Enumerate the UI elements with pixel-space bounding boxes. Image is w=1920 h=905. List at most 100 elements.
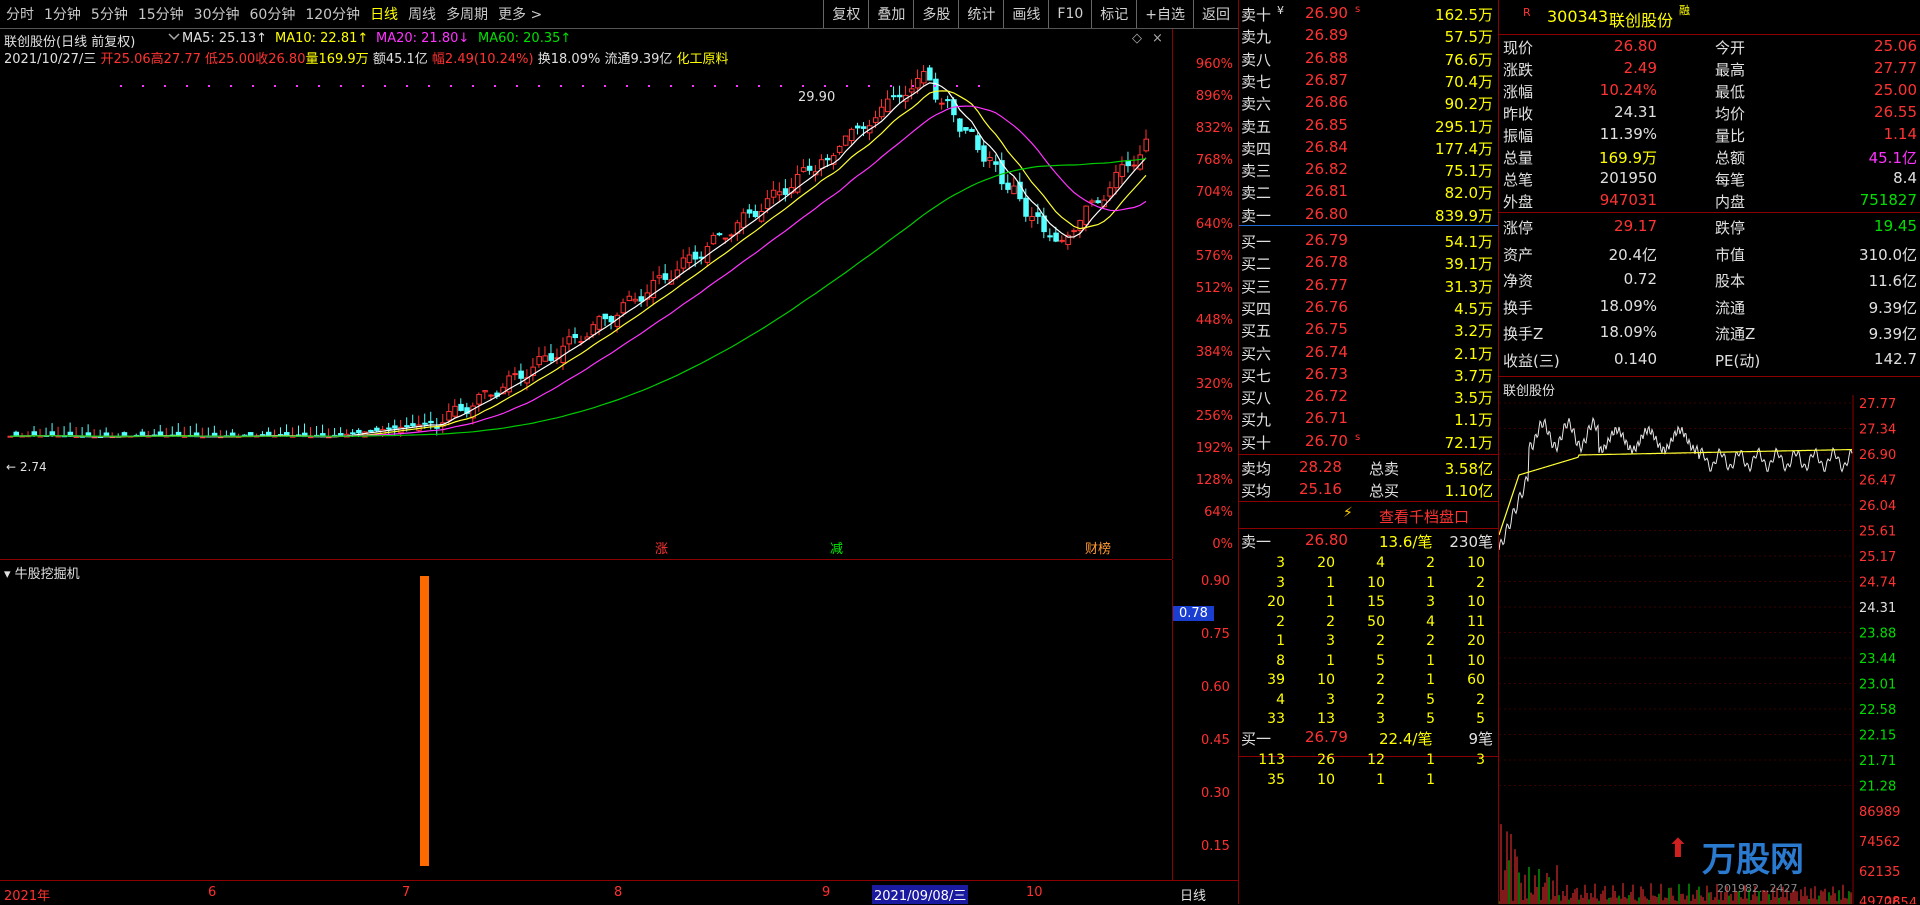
period-tab-0[interactable]: 分时 (6, 4, 34, 24)
period-tab-5[interactable]: 60分钟 (250, 4, 296, 24)
diamond-icon[interactable]: ◇ (1132, 31, 1142, 46)
q_sell_rows-cell-3-2: 50 (1367, 613, 1385, 630)
candle-body-148 (897, 94, 903, 98)
sell-row-0[interactable]: 卖十 ¥26.90 s 162.5万 (1239, 2, 1499, 26)
kline-panel[interactable]: 联创股份(日线 前复权) MA5: 25.13↑ MA10: 22.81↑ MA… (0, 29, 1172, 560)
buy-label-2: 买三 (1241, 277, 1272, 296)
period-tab-1[interactable]: 1分钟 (44, 4, 81, 24)
buy-row-8[interactable]: 买九 26.71 1.1万 (1239, 407, 1499, 431)
tool-button-6[interactable]: 标记 (1091, 0, 1136, 28)
period-tab-7[interactable]: 日线 (370, 4, 398, 24)
indicator-panel[interactable]: ▾ 牛股挖掘机 (0, 560, 1172, 880)
sell-row-9[interactable]: 卖一 26.80 839.9万 (1239, 203, 1499, 227)
x-label-3: 8 (614, 885, 623, 900)
buy-label-9: 买十 (1241, 433, 1272, 452)
view-depth-button[interactable]: ⚡ 查看千档盘口 (1239, 501, 1499, 529)
buy-vol-1: 39.1万 (1444, 255, 1493, 274)
buy-row-9[interactable]: 买十 26.70 s 72.1万 (1239, 430, 1499, 454)
signal-dot-35 (890, 85, 892, 87)
tool-button-8[interactable]: 返回 (1193, 0, 1238, 28)
intraday-mini-chart[interactable]: 27.77 27.34 26.90 26.47 26.04 25.61 25.17 24.74… (1499, 395, 1920, 904)
marker-0: 涨 (655, 542, 668, 557)
quote-value2-rows2-4: 9.39亿 (1868, 325, 1917, 343)
quote-label1-rows-0: 现价 (1503, 39, 1534, 57)
tool-button-5[interactable]: F10 (1048, 0, 1091, 28)
candle-body-154 (933, 78, 939, 100)
close-icon[interactable]: × (1152, 31, 1163, 46)
buy-flag2-9: s (1355, 431, 1361, 443)
period-tab-4[interactable]: 30分钟 (194, 4, 240, 24)
period-tab-3[interactable]: 15分钟 (138, 4, 184, 24)
buy-row-4[interactable]: 买五 26.75 3.2万 (1239, 318, 1499, 342)
tool-button-2[interactable]: 多股 (913, 0, 958, 28)
sell-row-2[interactable]: 卖八 26.88 76.6万 (1239, 47, 1499, 71)
queue-buy-label: 买一 (1241, 730, 1272, 748)
buy-row-2[interactable]: 买三 26.77 31.3万 (1239, 274, 1499, 298)
sell-row-7[interactable]: 卖三 26.82 75.1万 (1239, 158, 1499, 182)
quote-row-rows-4: 振幅 11.39% 量比 1.14 (1499, 124, 1919, 146)
period-tab-8[interactable]: 周线 (408, 4, 436, 24)
sell-flag2-0: s (1355, 4, 1361, 15)
buy-row-1[interactable]: 买二 26.78 39.1万 (1239, 251, 1499, 275)
sell-price-4: 26.86 (1305, 93, 1348, 112)
buy-price-1: 26.78 (1305, 253, 1348, 272)
quote-label2-rows2-2: 股本 (1715, 272, 1746, 290)
q_sell_rows-cell-8-3: 5 (1426, 711, 1435, 727)
candle-body-57 (350, 432, 356, 435)
candle-body-133 (806, 165, 813, 171)
period-tab-6[interactable]: 120分钟 (305, 4, 360, 24)
y-tick-7: 512% (1195, 281, 1233, 296)
sell-vol-8: 82.0万 (1444, 184, 1493, 203)
period-tab-10[interactable]: 更多 > (498, 4, 542, 24)
period-tab-9[interactable]: 多周期 (446, 4, 488, 24)
candle-body-138 (836, 145, 843, 153)
q_sell_rows-cell-7-1: 3 (1326, 691, 1335, 708)
buy-row-0[interactable]: 买一 26.79 54.1万 (1239, 229, 1499, 253)
period-tab-2[interactable]: 5分钟 (91, 4, 128, 24)
tool-button-4[interactable]: 画线 (1003, 0, 1048, 28)
q_buy_rows-cell-1-3: 1 (1426, 771, 1435, 788)
sell-label-4: 卖六 (1241, 95, 1272, 114)
sell-row-8[interactable]: 卖二 26.81 82.0万 (1239, 180, 1499, 204)
quote-value2-rows-6: 8.4 (1893, 169, 1917, 187)
tool-button-0[interactable]: 复权 (823, 0, 868, 28)
price-axis: 960% 896% 832% 768% 704% 640% 576% 512% 448% 384%… (1172, 29, 1239, 559)
candle-body-170 (1029, 216, 1035, 221)
q_sell_rows-cell-3-0: 2 (1276, 613, 1285, 630)
signal-dot-10 (340, 85, 342, 87)
chart-menu-icon[interactable] (168, 31, 180, 47)
signal-dot-4 (208, 85, 210, 87)
queue-sell-vol: 13.6/笔 (1379, 533, 1433, 551)
buy-vol-3: 4.5万 (1454, 299, 1493, 318)
quote-label1-rows2-3: 换手 (1503, 298, 1534, 317)
buy-row-6[interactable]: 买七 26.73 3.7万 (1239, 363, 1499, 387)
candle-body-108 (656, 275, 663, 279)
quote-label2-rows-5: 总额 (1715, 149, 1746, 167)
sell-vol-6: 177.4万 (1435, 139, 1493, 158)
candle-body-60 (368, 429, 374, 432)
buy-vol-7: 3.5万 (1454, 389, 1493, 408)
sell-row-1[interactable]: 卖九 26.89 57.5万 (1239, 24, 1499, 48)
tool-button-7[interactable]: +自选 (1136, 0, 1193, 28)
sell-row-6[interactable]: 卖四 26.84 177.4万 (1239, 136, 1499, 160)
queue-buy-vol: 22.4/笔 (1379, 730, 1433, 748)
quote-value1-rows-5: 169.9万 (1599, 149, 1657, 167)
buy-row-3[interactable]: 买四 26.76 4.5万 (1239, 296, 1499, 320)
candle-body-159 (963, 127, 969, 131)
sell-row-5[interactable]: 卖五 26.85 295.1万 (1239, 114, 1499, 138)
sell-row-4[interactable]: 卖六 26.86 90.2万 (1239, 91, 1499, 115)
tool-button-3[interactable]: 统计 (958, 0, 1003, 28)
tool-button-1[interactable]: 叠加 (868, 0, 913, 28)
signal-dot-26 (692, 85, 694, 87)
candle-body-163 (987, 157, 993, 162)
buy-row-7[interactable]: 买八 26.72 3.5万 (1239, 385, 1499, 409)
candle-body-142 (860, 126, 867, 129)
buy-price-3: 26.76 (1305, 297, 1348, 316)
buy-vol-4: 3.2万 (1454, 322, 1493, 341)
q_sell_rows-cell-8-2: 3 (1376, 711, 1385, 727)
q_sell_rows-cell-7-2: 2 (1376, 691, 1385, 708)
q_sell_rows-cell-4-4: 20 (1467, 633, 1485, 649)
buy-row-5[interactable]: 买六 26.74 2.1万 (1239, 341, 1499, 365)
sell-row-3[interactable]: 卖七 26.87 70.4万 (1239, 69, 1499, 93)
indicator-bar (420, 576, 429, 866)
